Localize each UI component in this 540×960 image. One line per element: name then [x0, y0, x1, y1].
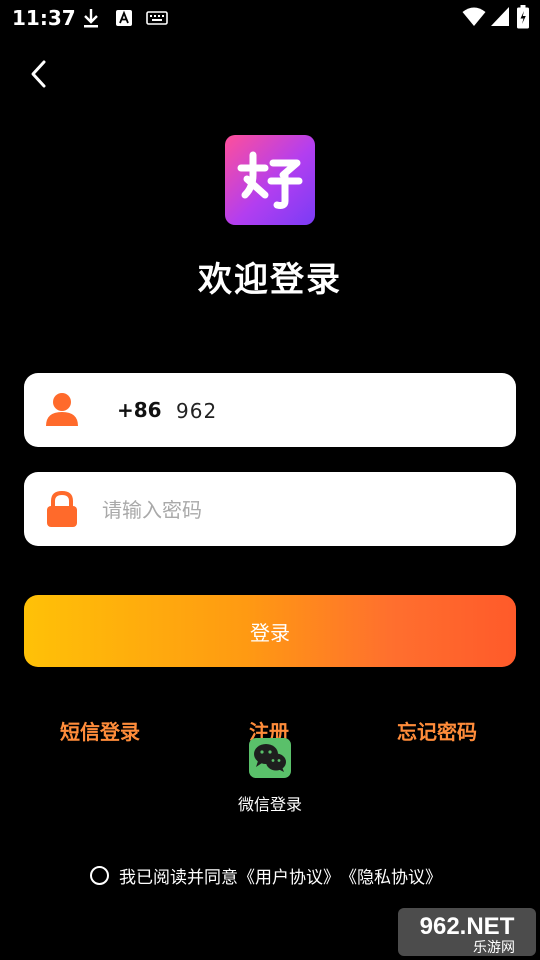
wifi-icon [462, 7, 486, 26]
wechat-login-label[interactable]: 微信登录 [0, 791, 540, 815]
agree-radio[interactable] [90, 865, 109, 885]
user-agreement-link[interactable]: 《用户协议》 [238, 863, 340, 888]
wechat-icon [254, 744, 286, 772]
keyboard-a-icon [116, 10, 132, 26]
login-button[interactable]: 登录 [24, 595, 516, 667]
sms-login-link[interactable]: 短信登录 [60, 716, 140, 745]
phone-field[interactable]: +86 [24, 373, 516, 447]
page-title: 欢迎登录 [198, 260, 342, 300]
app-logo [225, 135, 315, 225]
privacy-agreement-link[interactable]: 《隐私协议》 [340, 863, 442, 888]
app-logo-icon [237, 151, 303, 209]
lock-icon [47, 490, 77, 527]
battery-icon [517, 5, 529, 29]
user-icon [46, 393, 78, 426]
agreement-row: 我已阅读并同意 《用户协议》 《隐私协议》 [90, 863, 442, 888]
svg-text:乐游网: 乐游网 [473, 940, 515, 956]
watermark-logo: 962.NET 乐游网 [398, 908, 536, 956]
status-bar: 11:37 [0, 0, 540, 36]
agreement-prefix: 我已阅读并同意 [119, 867, 238, 888]
svg-text:962.NET: 962.NET [420, 913, 515, 940]
password-field[interactable] [24, 472, 516, 546]
keyboard-icon [146, 11, 168, 25]
wechat-login-button[interactable] [249, 738, 291, 778]
phone-input[interactable] [174, 389, 478, 433]
country-code[interactable]: +86 [117, 398, 162, 422]
chevron-left-icon [31, 60, 46, 88]
signal-icon [491, 7, 509, 26]
back-button[interactable] [22, 56, 58, 92]
password-input[interactable] [100, 488, 484, 532]
forgot-password-link[interactable]: 忘记密码 [397, 716, 477, 745]
status-time: 11:37 [12, 6, 76, 30]
download-icon [84, 9, 98, 28]
